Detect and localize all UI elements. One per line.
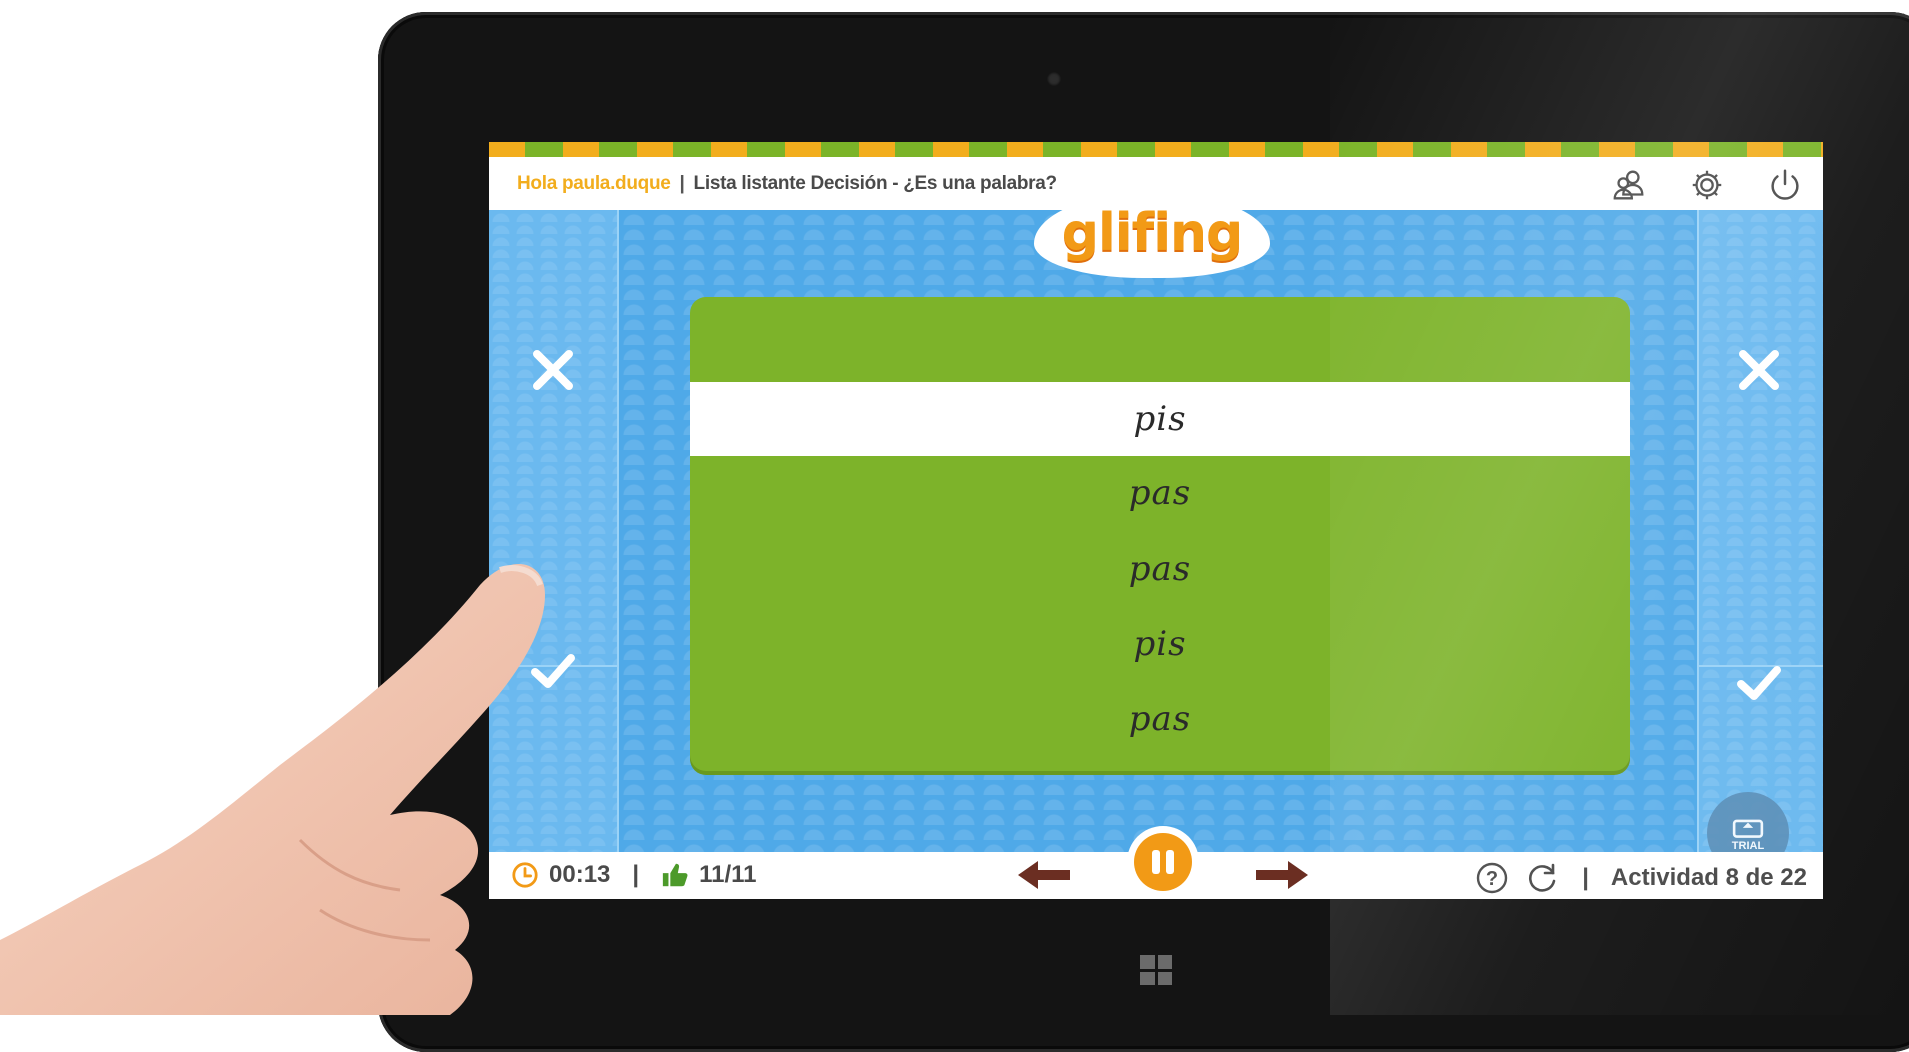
left-cross-button[interactable] — [513, 330, 593, 410]
right-answer-column — [1697, 210, 1823, 852]
cross-icon — [1739, 350, 1779, 390]
pause-button[interactable] — [1127, 826, 1199, 898]
word-item[interactable]: pas — [690, 456, 1630, 530]
header-actions — [1609, 165, 1805, 205]
check-icon — [1737, 666, 1781, 700]
score-value: 11/11 — [699, 861, 757, 888]
camera-lens — [1047, 72, 1061, 86]
windows-icon[interactable] — [1140, 955, 1172, 985]
word-item-selected[interactable]: pis — [690, 382, 1630, 456]
footer-actions: ? | Actividad 8 de 22 — [1474, 860, 1807, 896]
pause-icon — [1134, 833, 1192, 891]
word-item[interactable]: pas — [690, 532, 1630, 606]
right-cross-button[interactable] — [1719, 330, 1799, 410]
word-list-panel: pis pas pas pis pas — [690, 297, 1630, 771]
footer-bar: 00:13 | 11/11 ? | Actividad 8 de 22 — [489, 826, 1823, 899]
help-icon[interactable]: ? — [1474, 860, 1510, 896]
greeting-text: Hola paula.duque — [517, 173, 671, 194]
activity-title: Lista listante Decisión - ¿Es una palabr… — [693, 173, 1058, 194]
header-title: Hola paula.duque | Lista listante Decisi… — [517, 173, 1057, 195]
right-check-button[interactable] — [1719, 642, 1799, 722]
word-item[interactable]: pas — [690, 682, 1630, 756]
svg-text:?: ? — [1486, 868, 1498, 890]
activity-separator: | — [1582, 864, 1589, 891]
power-icon[interactable] — [1765, 165, 1805, 205]
trial-label: TRIAL — [1731, 840, 1765, 852]
app-screen: Hola paula.duque | Lista listante Decisi… — [489, 142, 1823, 899]
logo-text: glifing — [1061, 203, 1244, 263]
pointing-hand — [0, 564, 545, 1015]
next-arrow-button[interactable] — [1252, 857, 1312, 893]
gear-icon[interactable] — [1687, 165, 1727, 205]
cross-icon — [533, 350, 573, 390]
header-separator: | — [679, 173, 685, 194]
word-item[interactable]: pis — [690, 607, 1630, 681]
decorative-stripe — [489, 142, 1823, 157]
upload-icon — [1732, 819, 1764, 838]
activity-counter: Actividad 8 de 22 — [1610, 864, 1807, 891]
logo: glifing — [1034, 192, 1270, 278]
thumbs-up-icon — [662, 863, 688, 887]
previous-arrow-button[interactable] — [1014, 857, 1074, 893]
users-icon[interactable] — [1609, 165, 1649, 205]
reload-icon[interactable] — [1524, 860, 1560, 896]
